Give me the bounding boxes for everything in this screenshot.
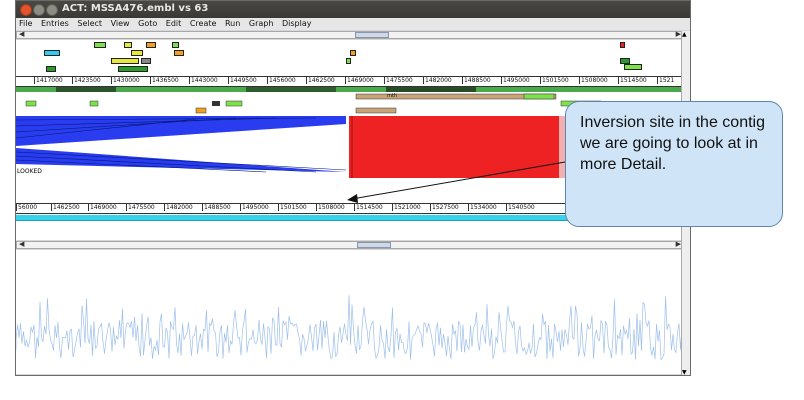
ruler-tick: 1540500	[506, 204, 535, 211]
ruler-tick: 1423500	[72, 77, 101, 84]
ruler-tick: 1521000	[392, 204, 421, 211]
ruler-tick: 1521	[657, 77, 675, 84]
feature[interactable]	[111, 58, 139, 64]
scroll-thumb[interactable]	[355, 32, 389, 38]
menu-entries[interactable]: Entries	[41, 19, 69, 28]
ruler-tick: 1514500	[618, 77, 647, 84]
menu-graph[interactable]: Graph	[249, 19, 274, 28]
feature[interactable]	[131, 50, 143, 56]
ruler-tick: 1488500	[462, 77, 491, 84]
ruler-tick: 1514500	[354, 204, 383, 211]
ruler-tick: 1462500	[51, 204, 80, 211]
ruler-tick: 1508000	[579, 77, 608, 84]
looked-label: LOOKED	[17, 168, 42, 175]
ruler-tick: 1462500	[306, 77, 335, 84]
feature[interactable]	[624, 64, 642, 70]
title-bar: ACT: MSSA476.embl vs 63	[16, 1, 690, 18]
ruler-tick: 1495000	[240, 204, 269, 211]
ruler-tick: 1469000	[345, 77, 374, 84]
menu-edit[interactable]: Edit	[166, 19, 182, 28]
graph-view[interactable]	[16, 250, 684, 374]
feature-label: mth	[387, 93, 397, 99]
maximize-window-button[interactable]	[46, 4, 58, 16]
scroll-up-icon[interactable]: ▲	[682, 31, 687, 38]
callout-text: Inversion site in the contig we are goin…	[580, 114, 765, 173]
menu-goto[interactable]: Goto	[138, 19, 157, 28]
ruler-tick: 1475500	[384, 77, 413, 84]
ruler-tick: 1469000	[88, 204, 117, 211]
feature[interactable]	[141, 58, 151, 64]
menu-create[interactable]: Create	[190, 19, 217, 28]
feature[interactable]	[44, 50, 60, 56]
ruler-tick: 1488500	[202, 204, 231, 211]
menu-view[interactable]: View	[111, 19, 130, 28]
menu-select[interactable]: Select	[77, 19, 102, 28]
ruler-tick: 1482000	[164, 204, 193, 211]
ruler-tick: 1501500	[540, 77, 569, 84]
window-title: ACT: MSSA476.embl vs 63	[62, 3, 209, 14]
feature[interactable]	[124, 42, 132, 48]
scroll-thumb[interactable]	[357, 242, 391, 248]
feature[interactable]	[146, 42, 156, 48]
ruler-tick: 1436500	[150, 77, 179, 84]
ruler-tick: 1430000	[111, 77, 140, 84]
menu-run[interactable]: Run	[225, 19, 240, 28]
menu-file[interactable]: File	[19, 19, 32, 28]
feature[interactable]	[118, 66, 148, 72]
scroll-down-icon[interactable]: ▼	[682, 369, 687, 375]
ruler-tick: 1449500	[228, 77, 257, 84]
minimize-window-button[interactable]	[33, 4, 45, 16]
close-window-button[interactable]	[20, 4, 32, 16]
feature[interactable]	[620, 42, 625, 48]
menu-display[interactable]: Display	[282, 19, 312, 28]
ruler-tick: 1495000	[501, 77, 530, 84]
feature[interactable]	[350, 50, 356, 56]
ruler-tick: 1501500	[278, 204, 307, 211]
feature[interactable]	[346, 58, 351, 64]
menu-bar: File Entries Select View Goto Edit Creat…	[16, 18, 690, 30]
ruler-tick: 1443000	[189, 77, 218, 84]
ruler-tick: 56000	[16, 204, 38, 211]
feature[interactable]	[172, 42, 179, 48]
feature[interactable]	[94, 42, 106, 48]
feature[interactable]	[46, 66, 56, 72]
ruler-tick: 1417000	[34, 77, 63, 84]
scroll-left-icon[interactable]: ◀	[19, 30, 24, 38]
scroll-left-icon[interactable]: ◀	[19, 240, 24, 248]
bottom-horizontal-scrollbar[interactable]: ◀ ▶	[16, 240, 684, 249]
plot-line	[16, 295, 684, 361]
ruler-tick: 1534000	[468, 204, 497, 211]
feature[interactable]	[174, 50, 184, 56]
gc-plot	[16, 295, 684, 361]
top-horizontal-scrollbar[interactable]: ◀ ▶	[16, 30, 684, 39]
annotation-callout: Inversion site in the contig we are goin…	[565, 101, 783, 227]
ruler-tick: 1456000	[267, 77, 296, 84]
ruler-tick: 1508000	[316, 204, 345, 211]
ruler-tick: 1482000	[423, 77, 452, 84]
ruler-tick: 1475500	[126, 204, 155, 211]
ruler-tick: 1527500	[430, 204, 459, 211]
